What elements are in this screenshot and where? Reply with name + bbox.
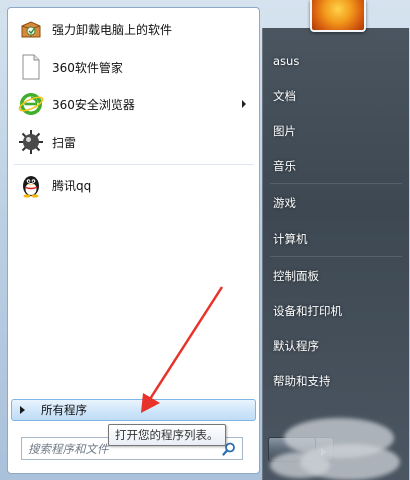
expand-arrow-icon [20,406,25,414]
program-item-uninstaller[interactable]: 强力卸载电脑上的软件 [12,11,256,47]
right-item-documents[interactable]: 文档 [273,86,296,106]
program-item-qq[interactable]: 腾讯qq [12,167,256,203]
right-item-control-panel[interactable]: 控制面板 [273,266,319,286]
right-item-computer[interactable]: 计算机 [273,229,308,249]
all-programs-tooltip: 打开您的程序列表。 [108,424,226,446]
right-item-games[interactable]: 游戏 [273,193,296,213]
right-item-music[interactable]: 音乐 [273,156,296,176]
program-item-minesweeper[interactable]: 扫雷 [12,124,256,160]
program-label: 强力卸载电脑上的软件 [52,22,173,37]
program-label: 360安全浏览器 [52,97,135,112]
submenu-arrow-icon [242,100,246,108]
minesweeper-mine-icon [18,129,44,155]
right-item-default-programs[interactable]: 默认程序 [273,336,319,356]
program-item-360-manager[interactable]: 360软件管家 [12,49,256,85]
all-programs-label: 所有程序 [41,403,87,417]
program-item-360-browser[interactable]: 360安全浏览器 [12,86,256,122]
program-label: 扫雷 [52,135,77,150]
program-list-divider [14,164,254,165]
user-avatar[interactable] [310,0,366,32]
start-menu: 强力卸载电脑上的软件 360软件管家 360安全浏览器 扫雷 腾讯qq 所有程序… [0,0,410,480]
360-browser-icon [18,91,44,117]
uninstall-box-icon [18,16,44,42]
right-menu-divider [270,256,402,257]
right-item-user[interactable]: asus [273,51,299,71]
program-label: 腾讯qq [52,178,92,193]
all-programs-button[interactable]: 所有程序 [11,399,256,421]
blank-document-icon [18,54,44,80]
right-item-devices-printers[interactable]: 设备和打印机 [273,301,342,321]
right-menu-divider [270,183,402,184]
qq-penguin-icon [18,172,44,198]
program-label: 360软件管家 [52,60,123,75]
right-item-help-support[interactable]: 帮助和支持 [273,371,331,391]
watermark-blur [270,452,330,478]
right-item-pictures[interactable]: 图片 [273,121,296,141]
